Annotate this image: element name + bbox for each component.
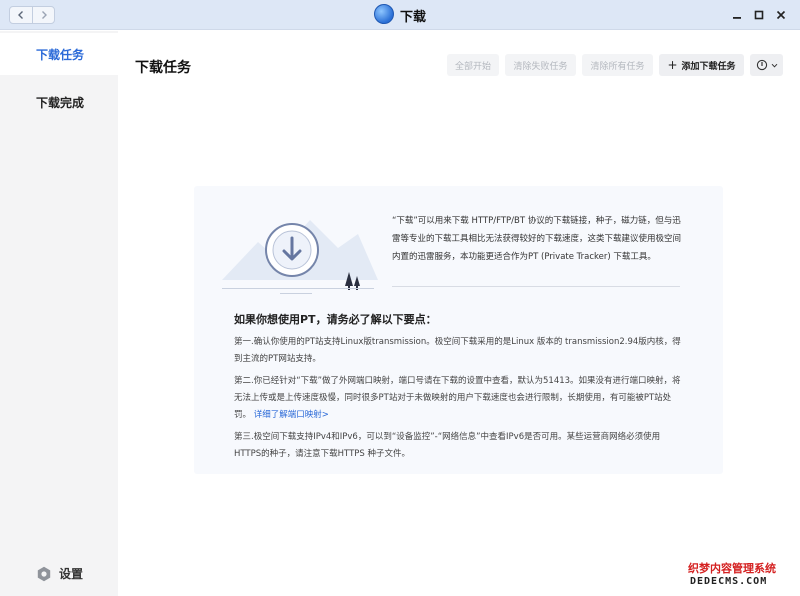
nav-button-group [9,6,55,24]
pt-note-2: 第二.你已经针对“下载”做了外网端口映射，端口号请在下载的设置中查看，默认为51… [234,373,686,424]
back-button[interactable] [10,7,32,23]
page-title: 下载任务 [135,60,191,76]
clear-failed-label: 清除失败任务 [513,61,568,72]
window-title: 下载 [400,10,427,25]
maximize-button[interactable] [750,6,768,24]
download-app-icon [374,4,394,24]
pt-note-3: 第三.极空间下载支持IPv4和IPv6，可以到“设备监控”-“网络信息”中查看I… [234,432,661,459]
info-card: “下载”可以用来下载 HTTP/FTP/BT 协议的下载链接，种子，磁力链，但与… [194,186,723,474]
chevron-right-icon [41,11,47,19]
settings-label: 设置 [59,567,84,581]
sidebar: 下载任务 下载完成 设置 [0,31,118,596]
watermark-line-2: DEDECMS.COM [690,576,768,587]
sidebar-item-downloads-completed[interactable]: 下载完成 [0,81,118,123]
forward-button[interactable] [32,7,54,23]
chevron-left-icon [18,11,23,19]
minimize-button[interactable] [728,6,746,24]
speed-limit-dropdown[interactable] [750,54,783,76]
watermark-line-1: 织梦内容管理系统 [688,562,776,575]
clear-failed-button[interactable]: 清除失败任务 [505,54,576,76]
maximize-icon [754,10,764,20]
sidebar-item-label: 下载完成 [36,95,85,110]
clear-all-button[interactable]: 清除所有任务 [582,54,653,76]
minimize-icon [733,17,741,19]
close-button[interactable] [772,6,790,24]
title-bar: 下载 [0,0,800,30]
add-download-task-label: 添加下载任务 [681,61,736,72]
settings-button[interactable]: 设置 [36,565,83,582]
sidebar-item-download-tasks[interactable]: 下载任务 [0,33,118,75]
close-icon [776,10,786,20]
intro-text: “下载”可以用来下载 HTTP/FTP/BT 协议的下载链接，种子，磁力链，但与… [392,216,682,262]
clear-all-label: 清除所有任务 [590,61,645,72]
plus-icon: + [667,58,678,72]
sidebar-item-label: 下载任务 [36,47,85,62]
add-download-task-button[interactable]: + 添加下载任务 [659,54,744,76]
start-all-button[interactable]: 全部开始 [447,54,499,76]
divider [392,286,680,287]
watermark: 织梦内容管理系统 DEDECMS.COM [688,560,792,590]
pt-notes-heading: 如果你想使用PT，请务必了解以下要点： [234,313,437,326]
gear-icon [37,566,51,581]
start-all-label: 全部开始 [454,61,491,72]
chevron-down-icon [771,63,777,68]
port-mapping-link[interactable]: 详细了解端口映射> [254,410,329,420]
pt-note-1: 第一.确认你使用的PT站支持Linux版transmission。极空间下载采用… [234,337,681,364]
download-illustration [222,220,378,294]
speed-limit-icon [756,59,767,71]
